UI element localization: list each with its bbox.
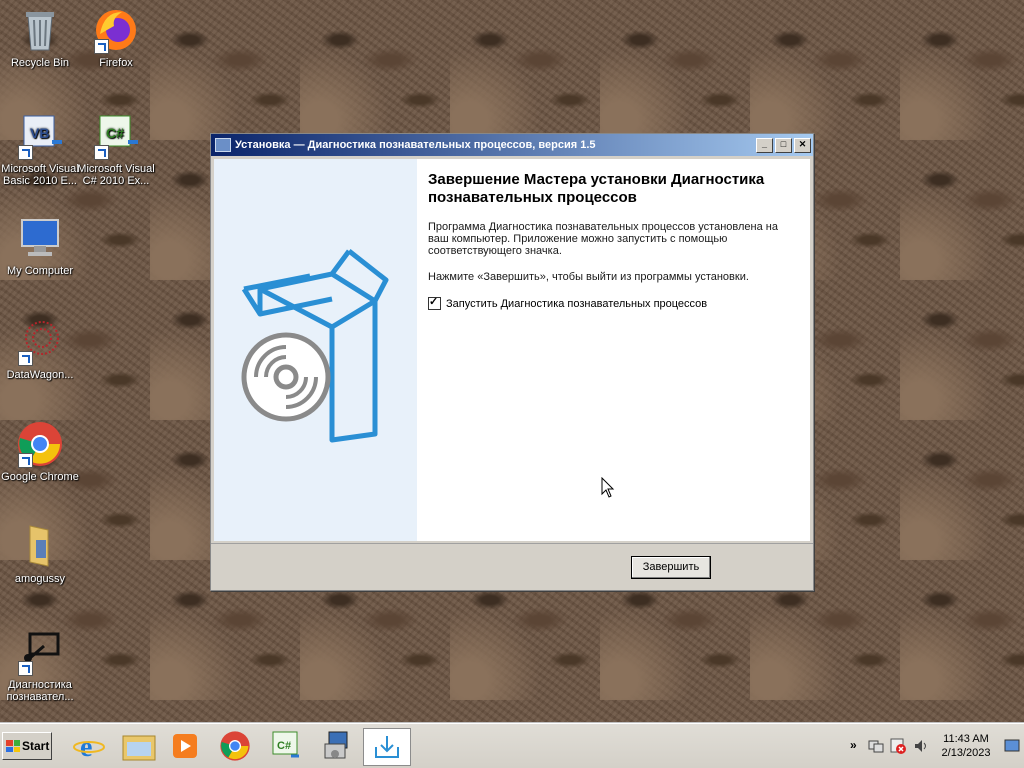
desktop-icon-label: Firefox <box>99 57 133 69</box>
taskbar: Start e C# » 11:43 AM 2/13/2023 <box>0 723 1024 768</box>
shortcut-arrow-icon <box>18 453 33 468</box>
taskbar-media-player[interactable] <box>162 728 208 764</box>
presentation-icon <box>16 628 64 676</box>
software-box-disc-icon <box>241 249 389 443</box>
desktop-icon-recycle-bin[interactable]: Recycle Bin <box>0 6 80 69</box>
desktop-icon-label: Google Chrome <box>1 471 79 483</box>
network-icon[interactable] <box>868 738 884 754</box>
windows-flag-icon <box>6 740 20 752</box>
taskbar-ie[interactable]: e <box>66 728 112 764</box>
visual-csharp-icon: C# <box>272 731 299 758</box>
start-label: Start <box>22 739 50 753</box>
clock-date: 2/13/2023 <box>941 747 991 759</box>
installer-window-icon <box>215 138 231 152</box>
desktop-icon-amogussy[interactable]: amogussy <box>0 522 80 585</box>
window-title: Установка — Диагностика познавательных п… <box>235 139 596 151</box>
recycle-bin-icon <box>16 6 64 54</box>
wizard-description: Программа Диагностика познавательных про… <box>428 221 778 257</box>
security-alert-icon[interactable] <box>890 738 906 754</box>
installer-icon <box>324 731 348 759</box>
desktop-icon-csharp2010[interactable]: C# Microsoft Visual C# 2010 Ex... <box>76 112 156 187</box>
shortcut-arrow-icon <box>18 351 33 366</box>
close-button[interactable]: ✕ <box>794 137 811 153</box>
folder-icon <box>16 522 64 570</box>
shortcut-arrow-icon <box>94 145 109 160</box>
start-button[interactable]: Start <box>2 732 52 760</box>
taskbar-chrome[interactable] <box>212 728 258 764</box>
launch-checkbox-row[interactable]: Запустить Диагностика познавательных про… <box>428 295 796 310</box>
desktop-icon-datawagon[interactable]: DataWagon... <box>0 318 80 381</box>
visual-csharp-icon: C# <box>92 112 140 160</box>
clock[interactable]: 11:43 AM 2/13/2023 <box>936 732 996 760</box>
shortcut-arrow-icon <box>94 39 109 54</box>
wizard-body: Завершение Мастера установки Диагностика… <box>214 159 810 541</box>
download-tray-icon <box>375 736 399 758</box>
taskbar-installer[interactable] <box>314 728 360 764</box>
desktop-icon-label: Microsoft Visual C# 2010 Ex... <box>77 163 155 187</box>
volume-icon[interactable] <box>914 738 930 754</box>
desktop-icon-label: My Computer <box>6 265 74 277</box>
desktop-icon-label: Microsoft Visual Basic 2010 E... <box>1 163 79 187</box>
svg-text:C#: C# <box>106 125 124 141</box>
taskbar-csharp[interactable]: C# <box>262 728 308 764</box>
tray-expand-button[interactable]: » <box>850 738 857 752</box>
firefox-icon <box>92 6 140 54</box>
taskbar-setup-active[interactable] <box>363 728 411 766</box>
show-desktop-icon[interactable] <box>1004 738 1020 754</box>
window-titlebar[interactable]: Установка — Диагностика познавательных п… <box>211 134 813 156</box>
finish-button[interactable]: Завершить <box>631 556 711 579</box>
desktop-icon-diagnostika[interactable]: Диагностика познавател... <box>0 628 80 703</box>
desktop-icon-label: DataWagon... <box>6 369 74 381</box>
desktop-icon-label: amogussy <box>14 573 66 585</box>
mouse-cursor-icon <box>601 477 615 498</box>
media-player-icon <box>173 734 197 758</box>
svg-text:C#: C# <box>277 740 291 752</box>
wizard-heading: Завершение Мастера установки Диагностика… <box>428 171 765 206</box>
wizard-footer: Завершить <box>211 543 813 590</box>
wizard-sidebar <box>214 159 417 541</box>
desktop-icon-vb2010[interactable]: VB Microsoft Visual Basic 2010 E... <box>0 112 80 187</box>
desktop-icon-firefox[interactable]: Firefox <box>76 6 156 69</box>
computer-icon <box>16 214 64 262</box>
desktop-icon-google-chrome[interactable]: Google Chrome <box>0 420 80 483</box>
desktop-icon-label: Диагностика познавател... <box>6 679 74 703</box>
launch-checkbox-label[interactable]: Запустить Диагностика познавательных про… <box>446 298 707 310</box>
desktop-icon-label: Recycle Bin <box>10 57 70 69</box>
wizard-content: Завершение Мастера установки Диагностика… <box>428 171 796 310</box>
internet-explorer-icon: e <box>73 732 105 762</box>
taskbar-explorer[interactable] <box>116 728 162 764</box>
datawagon-icon <box>16 318 64 366</box>
shortcut-arrow-icon <box>18 145 33 160</box>
svg-text:VB: VB <box>30 125 49 141</box>
visual-basic-icon: VB <box>16 112 64 160</box>
svg-text:e: e <box>80 732 92 762</box>
installer-window: Установка — Диагностика познавательных п… <box>210 133 814 591</box>
file-explorer-icon <box>122 735 156 761</box>
clock-time: 11:43 AM <box>943 733 989 745</box>
launch-checkbox[interactable] <box>428 295 441 310</box>
shortcut-arrow-icon <box>18 661 33 676</box>
maximize-button[interactable]: □ <box>775 137 792 153</box>
minimize-button[interactable]: _ <box>756 137 773 153</box>
chrome-icon <box>220 731 250 761</box>
wizard-instruction: Нажмите «Завершить», чтобы выйти из прог… <box>428 271 749 283</box>
chrome-icon <box>16 420 64 468</box>
system-tray: » 11:43 AM 2/13/2023 <box>846 728 1024 764</box>
desktop-icon-my-computer[interactable]: My Computer <box>0 214 80 277</box>
